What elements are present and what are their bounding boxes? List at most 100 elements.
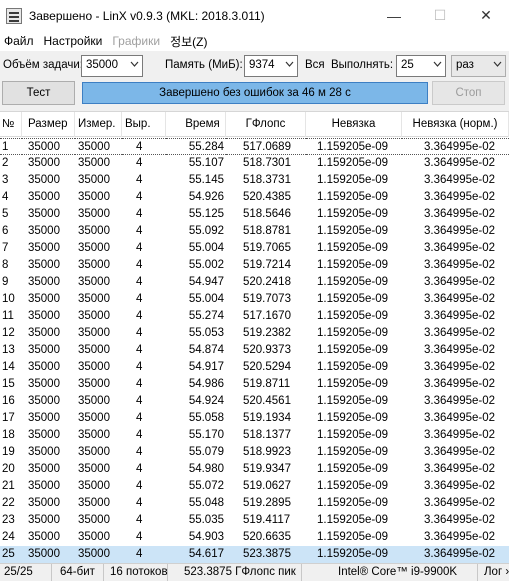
- chevron-down-icon: [285, 60, 294, 68]
- column-header-gflops[interactable]: ГФлопс: [226, 112, 306, 137]
- table-row[interactable]: 5 35000 35000 4 55.125 518.5646 1.159205e-09 3.…: [0, 206, 509, 223]
- cell-number: 11: [2, 310, 14, 322]
- table-header: № Размер Измер. Выр. Время ГФлопс Невязк…: [0, 112, 509, 137]
- title-bar: Завершено - LinX v0.9.3 (MKL: 2018.3.011…: [0, 0, 509, 31]
- cell-residual-norm: 3.364995e-02: [402, 138, 509, 155]
- cell-residual-norm: 3.364995e-02: [424, 208, 495, 220]
- run-count-value: 25: [401, 59, 414, 71]
- menu-info[interactable]: 정보(Z): [166, 33, 213, 50]
- column-header-time[interactable]: Время: [166, 112, 226, 137]
- table-row[interactable]: 14 35000 35000 4 54.917 520.5294 1.159205e-09 3…: [0, 359, 509, 376]
- cell-size: 35000: [28, 259, 60, 271]
- cell-residual: 1.159205e-09: [317, 259, 388, 271]
- cell-size: 35000: [28, 446, 60, 458]
- cell-gflops: 519.7214: [243, 259, 291, 271]
- cell-size: 35000: [28, 225, 60, 237]
- table-row[interactable]: 10 35000 35000 4 55.004 519.7073 1.159205e-09 3…: [0, 291, 509, 308]
- cell-size: 35000: [22, 138, 75, 155]
- all-memory-label[interactable]: Вся: [305, 59, 325, 71]
- cell-residual: 1.159205e-09: [317, 378, 388, 390]
- table-row[interactable]: 3 35000 35000 4 55.145 518.3731 1.159205e-09 3.…: [0, 172, 509, 189]
- cell-number: 14: [2, 361, 15, 373]
- cell-alignment: 4: [136, 429, 143, 441]
- cell-residual-norm: 3.364995e-02: [424, 276, 495, 288]
- run-count-combo[interactable]: 25: [396, 55, 446, 77]
- cell-dimension: 35000: [78, 242, 110, 254]
- table-row[interactable]: 9 35000 35000 4 54.947 520.2418 1.159205e-09 3.…: [0, 274, 509, 291]
- table-row[interactable]: 18 35000 35000 4 55.170 518.1377 1.159205e-09 3…: [0, 427, 509, 444]
- cell-time: 55.048: [188, 497, 224, 509]
- table-row[interactable]: 20 35000 35000 4 54.980 519.9347 1.159205e-09 3…: [0, 461, 509, 478]
- cell-alignment: 4: [136, 378, 143, 390]
- table-row[interactable]: 25 35000 35000 4 54.617 523.3875 1.159205e-09 3…: [0, 546, 509, 563]
- column-header-number[interactable]: №: [0, 112, 22, 137]
- table-row[interactable]: 16 35000 35000 4 54.924 520.4561 1.159205e-09 3…: [0, 393, 509, 410]
- cell-residual: 1.159205e-09: [317, 174, 388, 186]
- menu-file[interactable]: Файл: [0, 34, 40, 48]
- memory-combo[interactable]: 9374: [244, 55, 298, 77]
- cell-time: 54.903: [188, 531, 224, 543]
- cell-size: 35000: [28, 242, 60, 254]
- cell-residual: 1.159205e-09: [317, 293, 388, 305]
- cell-gflops: 517.1670: [243, 310, 291, 322]
- cell-dimension: 35000: [78, 310, 110, 322]
- cell-residual-norm: 3.364995e-02: [424, 480, 495, 492]
- log-toggle[interactable]: Лог ›: [480, 564, 509, 581]
- cell-time: 55.170: [188, 429, 224, 441]
- table-row[interactable]: 17 35000 35000 4 55.058 519.1934 1.159205e-09 3…: [0, 410, 509, 427]
- table-row[interactable]: 13 35000 35000 4 54.874 520.9373 1.159205e-09 3…: [0, 342, 509, 359]
- menu-settings[interactable]: Настройки: [40, 34, 109, 48]
- column-header-dimension[interactable]: Измер.: [75, 112, 122, 137]
- cell-residual-norm: 3.364995e-02: [424, 242, 495, 254]
- table-row[interactable]: 4 35000 35000 4 54.926 520.4385 1.159205e-09 3.…: [0, 189, 509, 206]
- status-bits: 64-бит: [54, 564, 104, 581]
- cell-gflops: 519.8711: [243, 378, 291, 390]
- cell-alignment: 4: [136, 480, 143, 492]
- cell-alignment: 4: [136, 225, 143, 237]
- status-threads: 16 потоков: [106, 564, 168, 581]
- cell-gflops: 518.7301: [243, 157, 291, 169]
- table-row[interactable]: 6 35000 35000 4 55.092 518.8781 1.159205e-09 3.…: [0, 223, 509, 240]
- table-row[interactable]: 7 35000 35000 4 55.004 519.7065 1.159205e-09 3.…: [0, 240, 509, 257]
- cell-dimension: 35000: [75, 138, 122, 155]
- table-row[interactable]: 12 35000 35000 4 55.053 519.2382 1.159205e-09 3…: [0, 325, 509, 342]
- cell-alignment: 4: [136, 344, 143, 356]
- minimize-button[interactable]: —: [371, 0, 417, 31]
- cell-number: 4: [2, 191, 9, 203]
- maximize-button[interactable]: ☐: [417, 0, 463, 31]
- memory-label: Память (МиБ):: [165, 59, 243, 71]
- table-row[interactable]: 11 35000 35000 4 55.274 517.1670 1.159205e-09 3…: [0, 308, 509, 325]
- table-row[interactable]: 2 35000 35000 4 55.107 518.7301 1.159205e-09 3.…: [0, 155, 509, 172]
- cell-dimension: 35000: [78, 378, 110, 390]
- table-row[interactable]: 8 35000 35000 4 55.002 519.7214 1.159205e-09 3.…: [0, 257, 509, 274]
- cell-alignment: 4: [136, 191, 143, 203]
- column-header-residual[interactable]: Невязка: [306, 112, 402, 137]
- cell-dimension: 35000: [78, 208, 110, 220]
- test-button[interactable]: Тест: [2, 81, 75, 105]
- table-row[interactable]: 15 35000 35000 4 54.986 519.8711 1.159205e-09 3…: [0, 376, 509, 393]
- cell-residual: 1.159205e-09: [317, 412, 388, 424]
- cell-number: 19: [2, 446, 15, 458]
- cell-size: 35000: [28, 310, 60, 322]
- column-header-residual-norm[interactable]: Невязка (норм.): [402, 112, 509, 137]
- cell-number: 16: [2, 395, 15, 407]
- table-row[interactable]: 23 35000 35000 4 55.035 519.4117 1.159205e-09 3…: [0, 512, 509, 529]
- table-row[interactable]: 19 35000 35000 4 55.079 518.9923 1.159205e-09 3…: [0, 444, 509, 461]
- cell-time: 54.986: [188, 378, 224, 390]
- close-button[interactable]: ✕: [463, 0, 509, 31]
- cell-number: 12: [2, 327, 15, 339]
- progress-text: Завершено без ошибок за 46 м 28 с: [159, 87, 351, 99]
- table-row[interactable]: 1 35000 35000 4 55.284 517.0689 1.159205e-09 3.…: [0, 138, 509, 155]
- table-row[interactable]: 24 35000 35000 4 54.903 520.6635 1.159205e-09 3…: [0, 529, 509, 546]
- problem-size-combo[interactable]: 35000: [81, 55, 143, 77]
- table-row[interactable]: 22 35000 35000 4 55.048 519.2895 1.159205e-09 3…: [0, 495, 509, 512]
- column-header-alignment[interactable]: Выр.: [122, 112, 166, 137]
- cell-alignment: 4: [136, 208, 143, 220]
- table-row[interactable]: 21 35000 35000 4 55.072 519.0627 1.159205e-09 3…: [0, 478, 509, 495]
- cell-residual-norm: 3.364995e-02: [424, 429, 495, 441]
- run-unit-combo[interactable]: раз: [451, 55, 506, 77]
- cell-gflops: 520.4561: [243, 395, 291, 407]
- stop-button[interactable]: Стоп: [432, 81, 505, 105]
- column-header-size[interactable]: Размер: [22, 112, 75, 137]
- menu-graphs[interactable]: Графики: [108, 34, 166, 48]
